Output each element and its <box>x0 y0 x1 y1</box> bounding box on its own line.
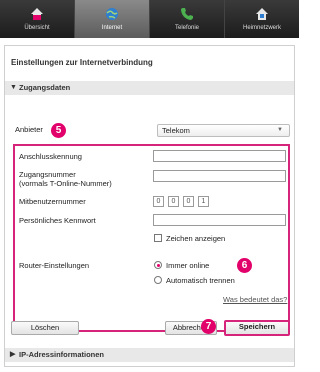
phone-icon <box>179 6 195 22</box>
tab-internet-label: Internet <box>101 25 123 31</box>
tab-internet[interactable]: Internet <box>75 0 150 38</box>
radio-automatisch-trennen-label: Automatisch trennen <box>166 276 235 285</box>
callout-badge-6: 6 <box>237 258 252 273</box>
tab-heimnetzwerk-label: Heimnetzwerk <box>242 25 281 31</box>
zeichen-anzeigen-checkbox[interactable] <box>154 234 162 242</box>
radio-immer-online-label: Immer online <box>166 261 210 270</box>
triangle-down-icon: ▼ <box>10 84 17 91</box>
section-ip-adressinformationen[interactable]: ▶ IP-Adressinformationen <box>5 348 294 362</box>
mitbenutzer-digit-3[interactable]: 0 <box>183 196 194 207</box>
tab-uebersicht-label: Übersicht <box>24 25 50 31</box>
main-panel: Einstellungen zur Internetverbindung ▼ Z… <box>4 45 295 367</box>
tab-heimnetzwerk[interactable]: Heimnetzwerk <box>225 0 299 38</box>
anbieter-select[interactable]: Telekom ▼ <box>157 124 290 137</box>
section-ip-label: IP-Adressinformationen <box>19 350 105 359</box>
anschlusskennung-input[interactable] <box>153 150 286 162</box>
mitbenutzer-digit-1[interactable]: 0 <box>153 196 164 207</box>
callout-badge-5: 5 <box>51 123 66 138</box>
help-link[interactable]: Was bedeutet das? <box>223 295 287 304</box>
home-icon <box>29 6 45 22</box>
radio-immer-online[interactable] <box>154 261 162 269</box>
zeichen-anzeigen-label: Zeichen anzeigen <box>166 234 226 243</box>
zugangsnummer-sublabel: (vormals T-Online-Nummer) <box>19 179 112 188</box>
kennwort-label: Persönliches Kennwort <box>19 216 96 225</box>
page-title: Einstellungen zur Internetverbindung <box>11 58 153 67</box>
tab-telefonie[interactable]: Telefonie <box>150 0 225 38</box>
top-navigation: Übersicht Internet Telefonie Heimnetzwer… <box>0 0 299 38</box>
speichern-button[interactable]: Speichern <box>224 320 290 336</box>
zugangsnummer-input[interactable] <box>153 170 286 182</box>
router-einstellungen-label: Router-Einstellungen <box>19 261 90 270</box>
anbieter-label: Anbieter <box>15 125 43 134</box>
kennwort-input[interactable] <box>153 214 286 226</box>
callout-badge-7: 7 <box>201 319 216 334</box>
tab-uebersicht[interactable]: Übersicht <box>0 0 75 38</box>
tab-telefonie-label: Telefonie <box>174 25 200 31</box>
loeschen-button[interactable]: Löschen <box>11 321 79 335</box>
radio-automatisch-trennen[interactable] <box>154 276 162 284</box>
zugangsnummer-label: Zugangsnummer <box>19 170 76 179</box>
section-zugangsdaten[interactable]: ▼ Zugangsdaten <box>5 81 294 95</box>
anbieter-select-value: Telekom <box>162 126 190 135</box>
mitbenutzer-digit-4[interactable]: 1 <box>198 196 209 207</box>
anschlusskennung-label: Anschlusskennung <box>19 152 82 161</box>
mitbenutzer-digit-2[interactable]: 0 <box>168 196 179 207</box>
globe-icon <box>104 6 120 22</box>
house-network-icon <box>254 6 270 22</box>
chevron-down-icon: ▼ <box>277 127 283 133</box>
section-zugangsdaten-label: Zugangsdaten <box>19 83 71 92</box>
mitbenutzernummer-label: Mitbenutzernummer <box>19 197 86 206</box>
triangle-right-icon: ▶ <box>10 351 16 358</box>
